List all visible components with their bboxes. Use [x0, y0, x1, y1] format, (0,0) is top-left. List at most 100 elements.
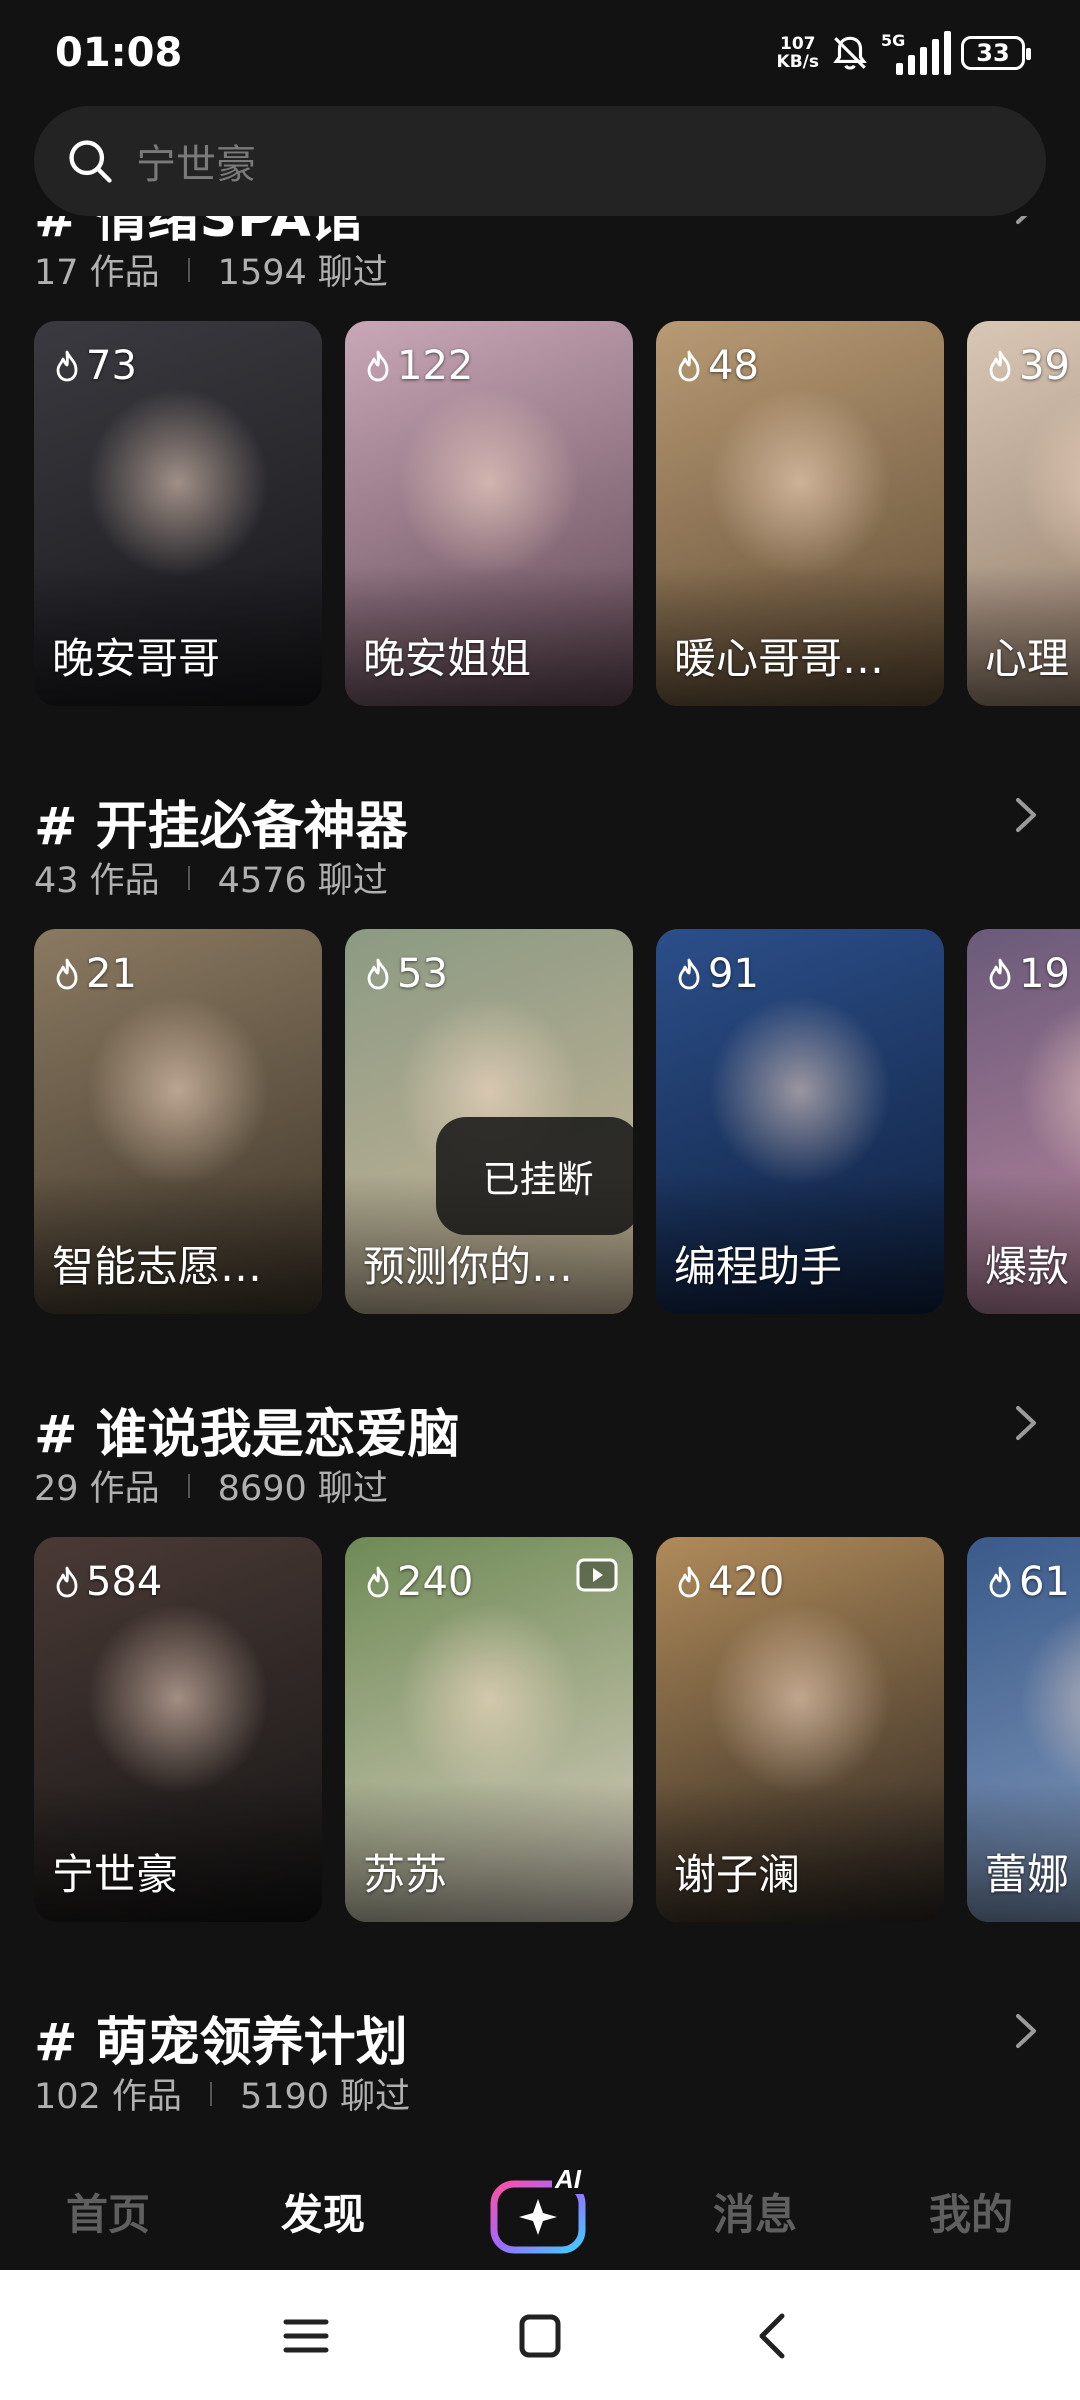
- flame-icon: [678, 350, 700, 382]
- flame-icon: [56, 958, 78, 990]
- popularity-value: 73: [86, 343, 137, 389]
- character-card[interactable]: 61 蕾娜: [967, 1537, 1080, 1922]
- character-name: 晚安哥哥: [52, 634, 221, 683]
- flame-icon: [367, 350, 389, 382]
- meta-divider: [187, 865, 190, 890]
- card-row[interactable]: 584 宁世豪 240 苏苏 420 谢子澜 61 蕾娜: [34, 1537, 1080, 1922]
- chats-count: 4576 聊过: [217, 861, 388, 901]
- popularity-count: 584: [52, 1559, 162, 1605]
- toast-message: 已挂断: [436, 1117, 640, 1235]
- works-count: 43 作品: [34, 861, 160, 901]
- popularity-count: 240: [363, 1559, 473, 1605]
- meta-divider: [187, 257, 190, 282]
- character-card[interactable]: 122 晚安姐姐: [345, 321, 633, 706]
- flame-icon: [678, 1566, 700, 1598]
- popularity-count: 21: [52, 951, 137, 997]
- chevron-right-icon[interactable]: [1006, 216, 1046, 232]
- chevron-right-icon[interactable]: [1006, 1398, 1046, 1448]
- section-meta: 17 作品 1594 聊过: [34, 244, 388, 295]
- status-icons: 107 KB/s 5G 33: [777, 28, 1031, 78]
- section-title[interactable]: # 谁说我是恋爱脑: [34, 1392, 460, 1467]
- character-card[interactable]: 420 谢子澜: [656, 1537, 944, 1922]
- section-title[interactable]: # 开挂必备神器: [34, 784, 408, 859]
- popularity-value: 39: [1019, 343, 1070, 389]
- back-icon[interactable]: [744, 2310, 804, 2362]
- net-speed: 107 KB/s: [777, 35, 819, 71]
- popularity-count: 420: [674, 1559, 784, 1605]
- character-card[interactable]: 584 宁世豪: [34, 1537, 322, 1922]
- popularity-value: 122: [397, 343, 474, 389]
- popularity-value: 53: [397, 951, 448, 997]
- character-card[interactable]: 73 晚安哥哥: [34, 321, 322, 706]
- popularity-value: 19: [1019, 951, 1070, 997]
- popularity-value: 48: [708, 343, 759, 389]
- popularity-count: 39: [985, 343, 1070, 389]
- flame-icon: [678, 958, 700, 990]
- popularity-count: 91: [674, 951, 759, 997]
- menu-icon[interactable]: [276, 2310, 336, 2362]
- signal-icon: 5G: [881, 31, 951, 75]
- battery-icon: 33: [961, 36, 1031, 70]
- flame-icon: [367, 958, 389, 990]
- character-name: 暖心哥哥…: [674, 634, 885, 683]
- status-time: 01:08: [55, 30, 183, 76]
- character-name: 编程助手: [674, 1242, 843, 1291]
- chevron-right-icon[interactable]: [1006, 2006, 1046, 2056]
- popularity-value: 240: [397, 1559, 474, 1605]
- chevron-right-icon[interactable]: [1006, 790, 1046, 840]
- character-card[interactable]: 19 爆款: [967, 929, 1080, 1314]
- flame-icon: [989, 350, 1011, 382]
- search-bar[interactable]: 宁世豪: [34, 106, 1046, 216]
- chats-count: 5190 聊过: [239, 2077, 411, 2117]
- tab-mine[interactable]: 我的: [929, 2181, 1013, 2242]
- character-name: 苏苏: [363, 1850, 448, 1899]
- tab-discover[interactable]: 发现: [281, 2181, 365, 2242]
- character-card[interactable]: 21 智能志愿…: [34, 929, 322, 1314]
- flame-icon: [989, 958, 1011, 990]
- works-count: 29 作品: [34, 1469, 160, 1509]
- net-speed-value: 107: [780, 34, 816, 54]
- character-name: 预测你的…: [363, 1242, 574, 1291]
- section-meta: 43 作品 4576 聊过: [34, 852, 388, 903]
- popularity-value: 21: [86, 951, 137, 997]
- meta-divider: [209, 2081, 212, 2106]
- net-speed-unit: KB/s: [776, 52, 819, 72]
- status-bar: 01:08 107 KB/s 5G 33: [0, 0, 1080, 105]
- character-card[interactable]: 48 暖心哥哥…: [656, 321, 944, 706]
- popularity-count: 61: [985, 1559, 1070, 1605]
- search-icon: [69, 140, 112, 183]
- works-count: 102 作品: [34, 2077, 182, 2117]
- works-count: 17 作品: [34, 253, 160, 293]
- character-card[interactable]: 240 苏苏: [345, 1537, 633, 1922]
- flame-icon: [56, 350, 78, 382]
- section-title[interactable]: # 萌宠领养计划: [34, 2000, 408, 2075]
- popularity-value: 420: [708, 1559, 785, 1605]
- popularity-value: 584: [86, 1559, 163, 1605]
- character-card[interactable]: 91 编程助手: [656, 929, 944, 1314]
- section-meta: 29 作品 8690 聊过: [34, 1460, 388, 1511]
- home-square-icon[interactable]: [510, 2310, 570, 2362]
- search-placeholder: 宁世豪: [136, 142, 256, 188]
- flame-icon: [367, 1566, 389, 1598]
- character-name: 智能志愿…: [52, 1242, 263, 1291]
- popularity-value: 61: [1019, 1559, 1070, 1605]
- popularity-value: 91: [708, 951, 759, 997]
- battery-level: 33: [976, 39, 1010, 67]
- card-row[interactable]: 73 晚安哥哥 122 晚安姐姐 48 暖心哥哥… 39 心理: [34, 321, 1080, 706]
- character-card[interactable]: 39 心理: [967, 321, 1080, 706]
- tab-home[interactable]: 首页: [66, 2181, 150, 2242]
- chats-count: 1594 聊过: [217, 253, 388, 293]
- popularity-count: 19: [985, 951, 1070, 997]
- section-meta: 102 作品 5190 聊过: [34, 2068, 410, 2119]
- character-name: 晚安姐姐: [363, 634, 532, 683]
- ai-create-button[interactable]: AI: [488, 2164, 594, 2256]
- popularity-count: 122: [363, 343, 473, 389]
- flame-icon: [56, 1566, 78, 1598]
- character-name: 心理: [985, 634, 1070, 683]
- chats-count: 8690 聊过: [217, 1469, 388, 1509]
- meta-divider: [187, 1473, 190, 1498]
- video-icon: [576, 1558, 618, 1592]
- tab-messages[interactable]: 消息: [713, 2181, 797, 2242]
- popularity-count: 53: [363, 951, 448, 997]
- flame-icon: [989, 1566, 1011, 1598]
